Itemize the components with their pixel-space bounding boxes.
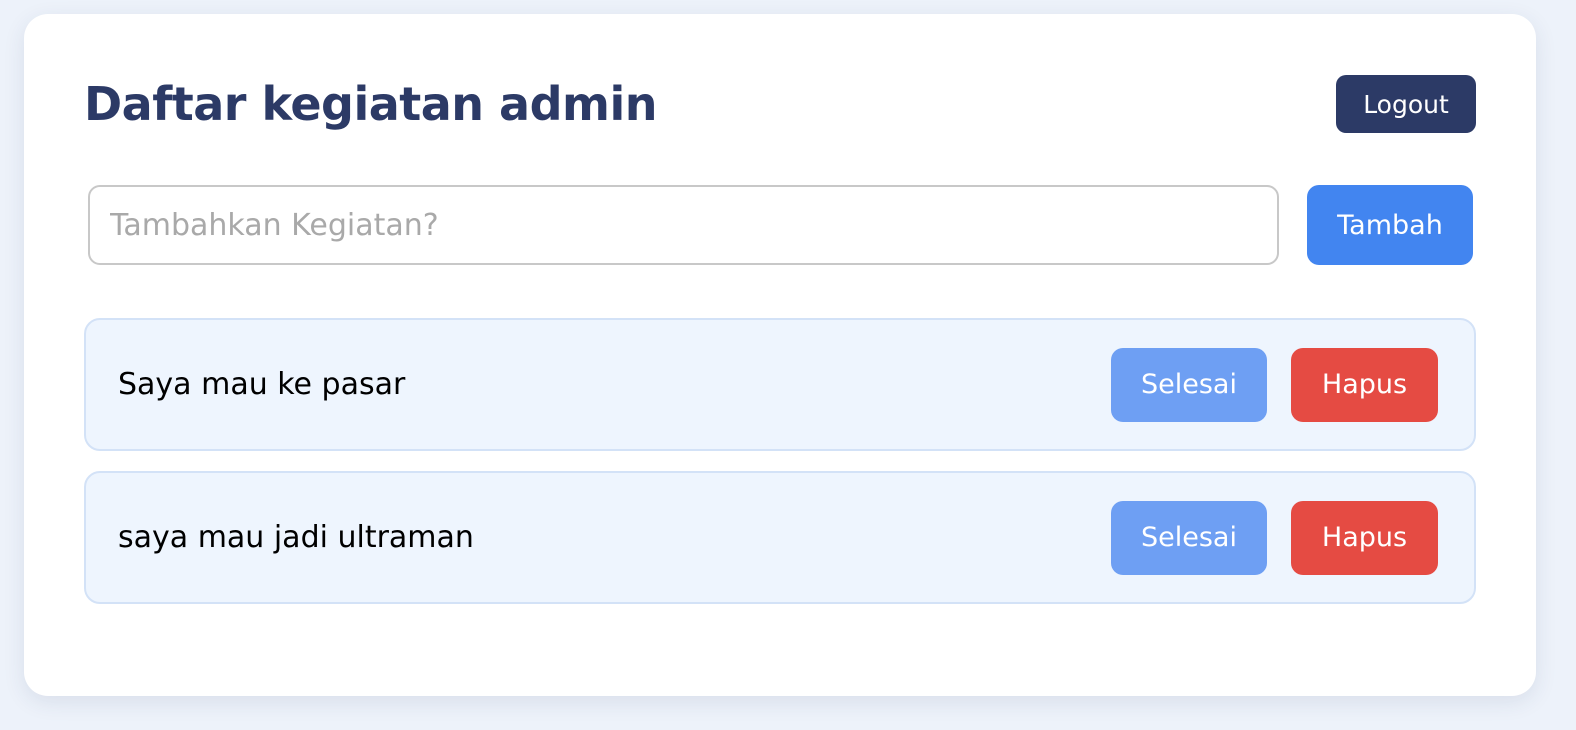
logout-button[interactable]: Logout	[1336, 75, 1476, 133]
header: Daftar kegiatan admin Logout	[84, 74, 1476, 134]
done-button[interactable]: Selesai	[1111, 500, 1267, 575]
todo-actions: Selesai Hapus	[1111, 347, 1438, 422]
todo-actions: Selesai Hapus	[1111, 500, 1438, 575]
todo-card: Daftar kegiatan admin Logout Tambah Saya…	[24, 14, 1536, 696]
todo-list: Saya mau ke pasar Selesai Hapus saya mau…	[84, 318, 1476, 624]
add-button[interactable]: Tambah	[1307, 185, 1473, 265]
todo-text: Saya mau ke pasar	[118, 367, 406, 402]
delete-button[interactable]: Hapus	[1291, 347, 1438, 422]
todo-text: saya mau jadi ultraman	[118, 520, 474, 555]
done-button[interactable]: Selesai	[1111, 347, 1267, 422]
add-todo-form: Tambah	[88, 185, 1473, 265]
delete-button[interactable]: Hapus	[1291, 500, 1438, 575]
new-todo-input[interactable]	[88, 185, 1279, 265]
page-title: Daftar kegiatan admin	[84, 77, 657, 131]
todo-item: saya mau jadi ultraman Selesai Hapus	[84, 471, 1476, 604]
todo-item: Saya mau ke pasar Selesai Hapus	[84, 318, 1476, 451]
